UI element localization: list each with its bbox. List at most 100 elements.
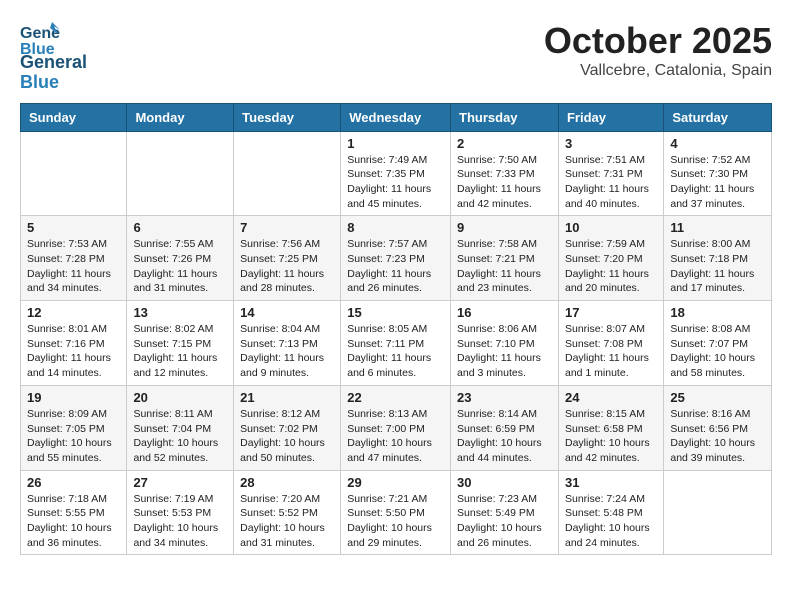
calendar-cell: 14 Sunrise: 8:04 AM Sunset: 7:13 PM Dayli… [234,301,341,386]
calendar-cell [664,470,772,555]
calendar-cell: 27 Sunrise: 7:19 AM Sunset: 5:53 PM Dayli… [127,470,234,555]
weekday-header-wednesday: Wednesday [341,103,451,131]
day-number: 28 [240,475,334,490]
calendar-cell: 16Sunrise: 8:06 AM Sunset: 7:10 PM Dayli… [451,301,559,386]
day-info: Sunrise: 8:04 AM Sunset: 7:13 PM Dayligh… [240,322,334,381]
calendar-cell: 7 Sunrise: 7:56 AM Sunset: 7:25 PM Daylig… [234,216,341,301]
title-block: October 2025 Vallcebre, Catalonia, Spain [544,20,772,80]
day-info: Sunrise: 7:19 AM Sunset: 5:53 PM Dayligh… [133,492,227,551]
day-info: Sunrise: 8:01 AM Sunset: 7:16 PM Dayligh… [27,322,120,381]
day-number: 20 [133,390,227,405]
day-number: 4 [670,136,765,151]
day-number: 14 [240,305,334,320]
month-title: October 2025 [544,20,772,62]
calendar-cell: 15 Sunrise: 8:05 AM Sunset: 7:11 PM Dayli… [341,301,451,386]
day-number: 3 [565,136,657,151]
day-info: Sunrise: 7:21 AM Sunset: 5:50 PM Dayligh… [347,492,444,551]
calendar-cell: 9 Sunrise: 7:58 AM Sunset: 7:21 PM Daylig… [451,216,559,301]
day-info: Sunrise: 8:14 AM Sunset: 6:59 PM Dayligh… [457,407,552,466]
day-info: Sunrise: 8:07 AM Sunset: 7:08 PM Dayligh… [565,322,657,381]
day-info: Sunrise: 8:05 AM Sunset: 7:11 PM Dayligh… [347,322,444,381]
day-number: 21 [240,390,334,405]
calendar-cell [234,131,341,216]
day-number: 1 [347,136,444,151]
weekday-header-monday: Monday [127,103,234,131]
day-number: 29 [347,475,444,490]
day-info: Sunrise: 7:18 AM Sunset: 5:55 PM Dayligh… [27,492,120,551]
calendar-cell: 17 Sunrise: 8:07 AM Sunset: 7:08 PM Dayli… [558,301,663,386]
weekday-header-row: SundayMondayTuesdayWednesdayThursdayFrid… [21,103,772,131]
calendar-cell: 13 Sunrise: 8:02 AM Sunset: 7:15 PM Dayli… [127,301,234,386]
day-number: 6 [133,220,227,235]
day-info: Sunrise: 7:59 AM Sunset: 7:20 PM Dayligh… [565,237,657,296]
week-row-5: 26 Sunrise: 7:18 AM Sunset: 5:55 PM Dayli… [21,470,772,555]
day-number: 13 [133,305,227,320]
day-number: 23 [457,390,552,405]
calendar-cell: 26 Sunrise: 7:18 AM Sunset: 5:55 PM Dayli… [21,470,127,555]
calendar-cell [21,131,127,216]
day-info: Sunrise: 8:06 AM Sunset: 7:10 PM Dayligh… [457,322,552,381]
day-info: Sunrise: 7:50 AM Sunset: 7:33 PM Dayligh… [457,153,552,212]
day-info: Sunrise: 7:52 AM Sunset: 7:30 PM Dayligh… [670,153,765,212]
calendar-cell: 10 Sunrise: 7:59 AM Sunset: 7:20 PM Dayli… [558,216,663,301]
day-number: 27 [133,475,227,490]
day-info: Sunrise: 7:58 AM Sunset: 7:21 PM Dayligh… [457,237,552,296]
day-info: Sunrise: 7:53 AM Sunset: 7:28 PM Dayligh… [27,237,120,296]
day-number: 24 [565,390,657,405]
weekday-header-thursday: Thursday [451,103,559,131]
calendar-cell: 24Sunrise: 8:15 AM Sunset: 6:58 PM Dayli… [558,385,663,470]
day-info: Sunrise: 8:09 AM Sunset: 7:05 PM Dayligh… [27,407,120,466]
calendar-cell: 22Sunrise: 8:13 AM Sunset: 7:00 PM Dayli… [341,385,451,470]
day-info: Sunrise: 7:20 AM Sunset: 5:52 PM Dayligh… [240,492,334,551]
day-number: 26 [27,475,120,490]
day-info: Sunrise: 8:02 AM Sunset: 7:15 PM Dayligh… [133,322,227,381]
day-info: Sunrise: 8:00 AM Sunset: 7:18 PM Dayligh… [670,237,765,296]
svg-text:Blue: Blue [20,41,55,58]
calendar-cell: 1Sunrise: 7:49 AM Sunset: 7:35 PM Daylig… [341,131,451,216]
calendar-cell: 19 Sunrise: 8:09 AM Sunset: 7:05 PM Dayli… [21,385,127,470]
day-info: Sunrise: 7:24 AM Sunset: 5:48 PM Dayligh… [565,492,657,551]
day-number: 9 [457,220,552,235]
logo: General Blue General Blue [20,20,87,93]
day-info: Sunrise: 7:56 AM Sunset: 7:25 PM Dayligh… [240,237,334,296]
day-number: 10 [565,220,657,235]
day-number: 2 [457,136,552,151]
week-row-1: 1Sunrise: 7:49 AM Sunset: 7:35 PM Daylig… [21,131,772,216]
calendar-cell: 6 Sunrise: 7:55 AM Sunset: 7:26 PM Daylig… [127,216,234,301]
calendar-cell: 3 Sunrise: 7:51 AM Sunset: 7:31 PM Daylig… [558,131,663,216]
day-info: Sunrise: 7:55 AM Sunset: 7:26 PM Dayligh… [133,237,227,296]
calendar-table: SundayMondayTuesdayWednesdayThursdayFrid… [20,103,772,556]
calendar-cell: 21 Sunrise: 8:12 AM Sunset: 7:02 PM Dayli… [234,385,341,470]
day-info: Sunrise: 8:16 AM Sunset: 6:56 PM Dayligh… [670,407,765,466]
day-number: 7 [240,220,334,235]
day-number: 12 [27,305,120,320]
day-number: 17 [565,305,657,320]
calendar-cell: 5Sunrise: 7:53 AM Sunset: 7:28 PM Daylig… [21,216,127,301]
location: Vallcebre, Catalonia, Spain [544,62,772,80]
weekday-header-friday: Friday [558,103,663,131]
calendar-cell: 4 Sunrise: 7:52 AM Sunset: 7:30 PM Daylig… [664,131,772,216]
weekday-header-tuesday: Tuesday [234,103,341,131]
logo-icon: General Blue [20,20,60,58]
calendar-cell: 2 Sunrise: 7:50 AM Sunset: 7:33 PM Daylig… [451,131,559,216]
calendar-cell [127,131,234,216]
calendar-cell: 25 Sunrise: 8:16 AM Sunset: 6:56 PM Dayli… [664,385,772,470]
day-info: Sunrise: 8:13 AM Sunset: 7:00 PM Dayligh… [347,407,444,466]
calendar-cell: 20Sunrise: 8:11 AM Sunset: 7:04 PM Dayli… [127,385,234,470]
calendar-cell: 23 Sunrise: 8:14 AM Sunset: 6:59 PM Dayli… [451,385,559,470]
calendar-cell: 8Sunrise: 7:57 AM Sunset: 7:23 PM Daylig… [341,216,451,301]
day-number: 11 [670,220,765,235]
day-number: 19 [27,390,120,405]
logo-blue: Blue [20,73,87,93]
day-info: Sunrise: 7:23 AM Sunset: 5:49 PM Dayligh… [457,492,552,551]
day-info: Sunrise: 8:12 AM Sunset: 7:02 PM Dayligh… [240,407,334,466]
day-number: 25 [670,390,765,405]
day-number: 18 [670,305,765,320]
day-info: Sunrise: 7:51 AM Sunset: 7:31 PM Dayligh… [565,153,657,212]
calendar-cell: 29 Sunrise: 7:21 AM Sunset: 5:50 PM Dayli… [341,470,451,555]
day-number: 8 [347,220,444,235]
calendar-cell: 11 Sunrise: 8:00 AM Sunset: 7:18 PM Dayli… [664,216,772,301]
day-number: 15 [347,305,444,320]
day-number: 30 [457,475,552,490]
calendar-cell: 28 Sunrise: 7:20 AM Sunset: 5:52 PM Dayli… [234,470,341,555]
